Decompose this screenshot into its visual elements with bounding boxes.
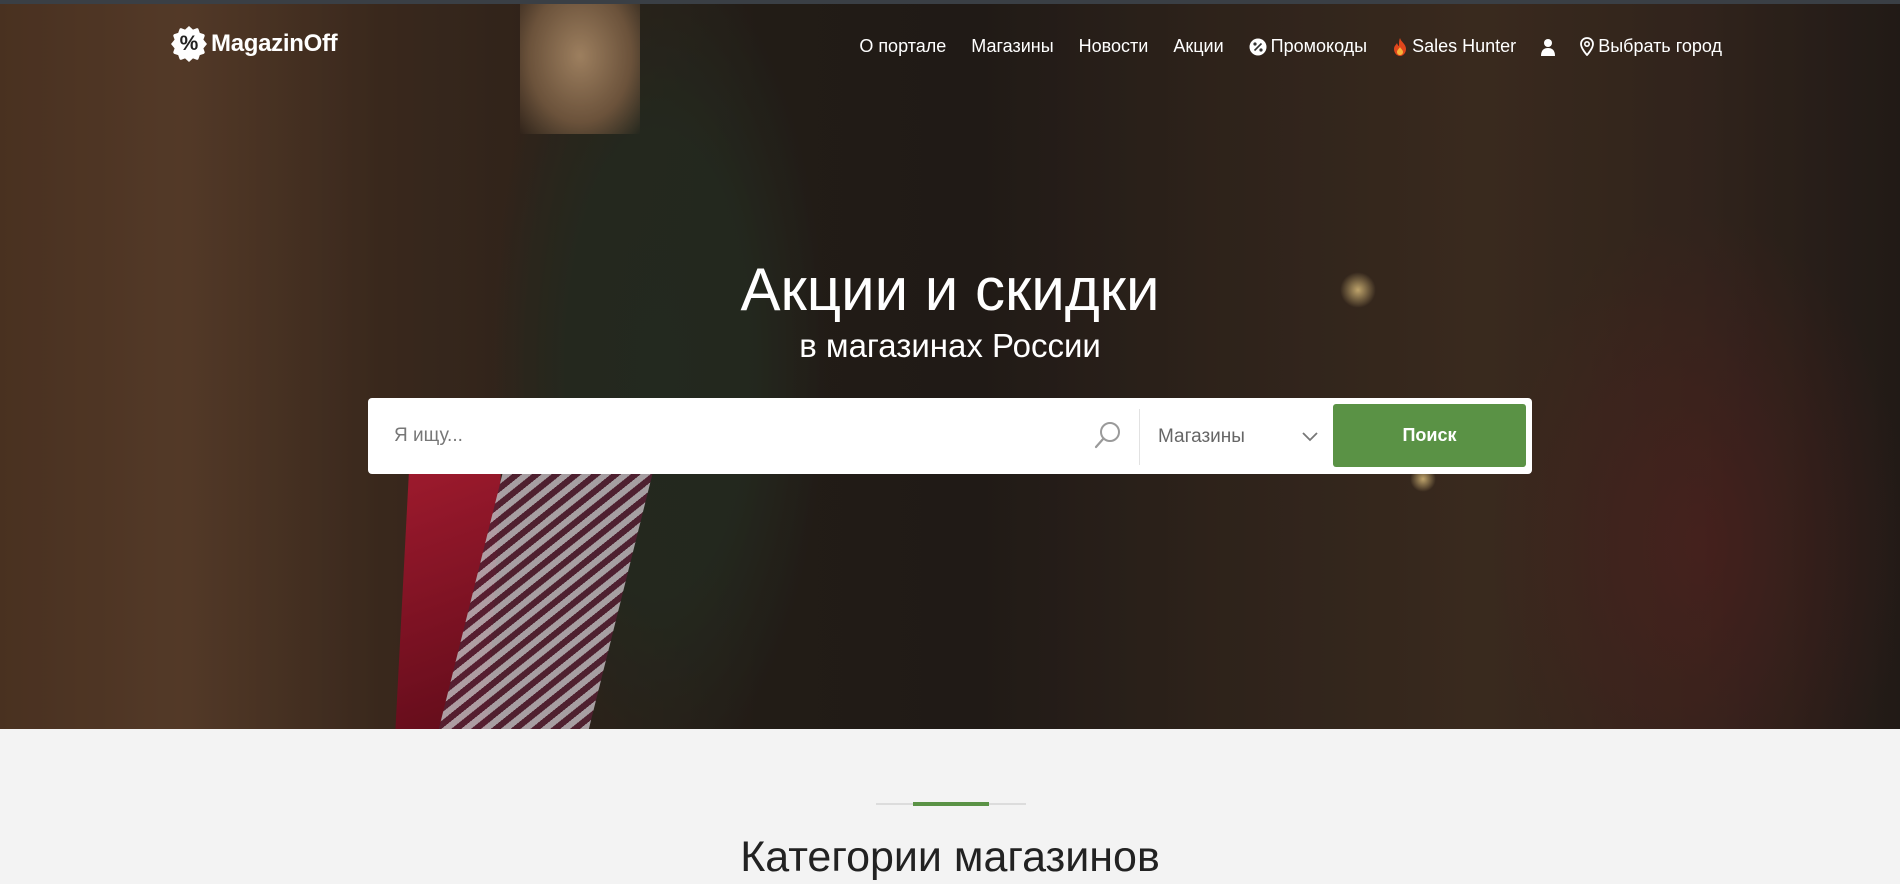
section-divider-accent [913,802,989,806]
nav-city[interactable]: Выбрать город [1580,36,1722,57]
nav-account[interactable] [1541,38,1556,56]
hero-subtitle: в магазинах России [799,327,1101,364]
search-category-select[interactable]: Магазины [1158,420,1318,454]
search-input[interactable] [368,399,1094,473]
search-icon[interactable] [1094,420,1122,450]
nav-shops[interactable]: Магазины [971,36,1053,57]
chevron-down-icon [1302,432,1318,442]
nav-promocodes[interactable]: Промокоды [1249,36,1367,57]
nav-news-label: Новости [1078,36,1149,56]
map-pin-icon [1580,37,1595,56]
nav-promocodes-label: Промокоды [1270,36,1368,56]
nav-news[interactable]: Новости [1079,36,1149,57]
search-divider [1139,409,1140,465]
nav-sales-hunter-label: Sales Hunter [1412,36,1517,56]
logo-text: MagazinOff [211,30,338,57]
main-nav: О портале Магазины Новости Акции Промоко… [859,36,1722,57]
nav-sales-hunter[interactable]: Sales Hunter [1392,36,1516,57]
flame-icon [1394,37,1407,56]
hero-title: Акции и скидки [740,256,1160,323]
nav-about[interactable]: О портале [859,36,946,57]
user-icon [1541,38,1556,56]
nav-about-label: О портале [859,36,947,56]
search-button[interactable]: Поиск [1333,404,1526,467]
percent-badge-icon [1249,38,1267,55]
percent-logo-icon: % [171,26,207,62]
nav-city-label: Выбрать город [1598,36,1722,56]
nav-shops-label: Магазины [971,36,1054,56]
nav-sales-label: Акции [1173,36,1224,56]
site-logo[interactable]: % MagazinOff [171,26,338,62]
section-title: Категории магазинов [740,833,1160,881]
search-category-value: Магазины [1158,426,1245,447]
nav-sales[interactable]: Акции [1173,36,1223,57]
